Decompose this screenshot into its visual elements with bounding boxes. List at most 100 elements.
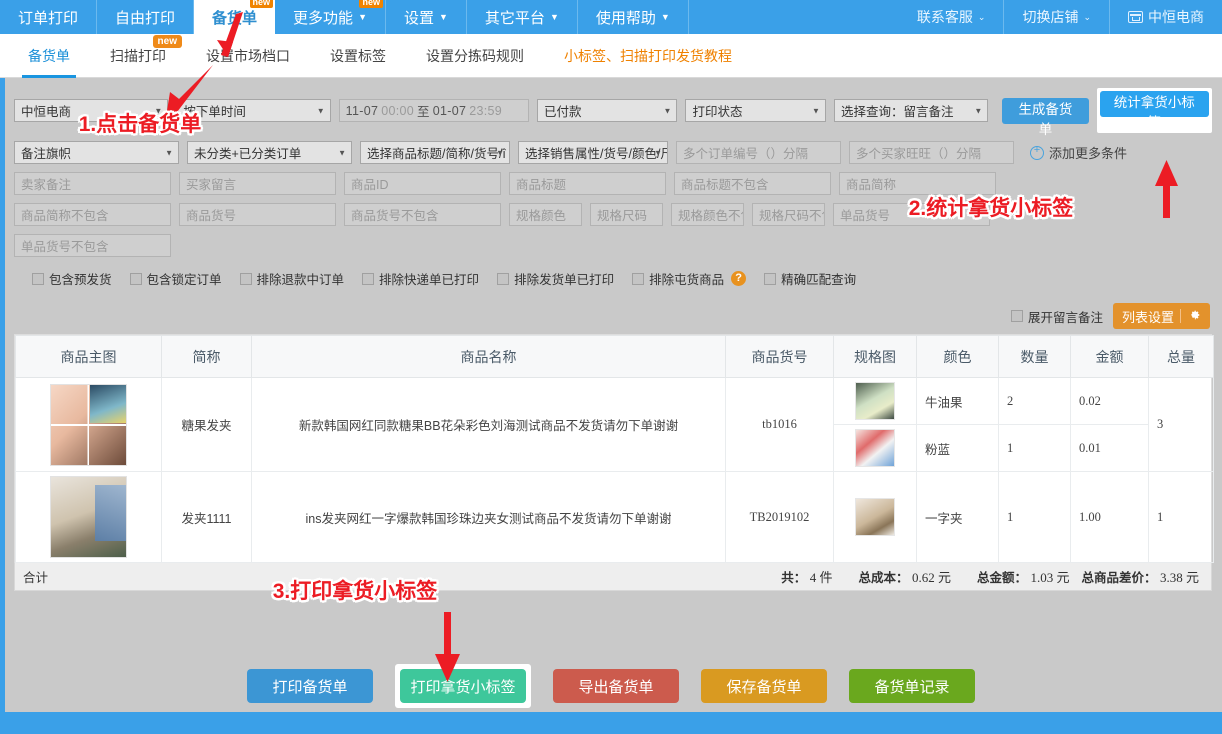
stock-list-table-container: 商品主图简称商品名称商品货号规格图颜色数量金额总量 糖果发夹新款韩国网红同款糖果…	[14, 334, 1212, 563]
query-type-select[interactable]: 选择查询：留言备注	[834, 99, 988, 122]
filter-checkbox-5[interactable]: 排除屯货商品?	[632, 269, 746, 288]
table-row[interactable]: 发夹1111ins发夹网红一字爆款韩国珍珠边夹女测试商品不发货请勿下单谢谢TB2…	[16, 472, 1214, 563]
filter-row-4: 商品简称不包含商品货号商品货号不包含规格颜色规格尺码规格颜色不包规格尺码不包单品…	[14, 203, 1212, 226]
subnav-item-4[interactable]: 设置分拣码规则	[406, 34, 544, 78]
checkbox-icon[interactable]	[497, 273, 509, 285]
spec-image-cell[interactable]	[834, 378, 917, 425]
filter-checkbox-0[interactable]: 包含预发货	[32, 269, 112, 288]
add-more-conditions-button[interactable]: 添加更多条件	[1030, 143, 1127, 162]
remark-flag-select[interactable]: 备注旗帜	[14, 141, 179, 164]
generate-stock-list-button[interactable]: 生成备货单	[1002, 98, 1088, 124]
checkbox-icon[interactable]	[764, 273, 776, 285]
sale-attr-select[interactable]: 选择销售属性/货号/颜色/尺	[518, 141, 668, 164]
filter-checkbox-6[interactable]: 精确匹配查询	[764, 269, 856, 288]
totals-label: 合计	[15, 567, 48, 586]
bottom-button-0[interactable]: 打印备货单	[247, 669, 373, 703]
order-numbers-input[interactable]: 多个订单编号（）分隔	[676, 141, 841, 164]
product-name-cell[interactable]: ins发夹网红一字爆款韩国珍珠边夹女测试商品不发货请勿下单谢谢	[252, 472, 726, 563]
filter-input-row3-0[interactable]: 卖家备注	[14, 172, 171, 195]
print-status-select[interactable]: 打印状态	[685, 99, 825, 122]
filter-checkbox-4[interactable]: 排除发货单已打印	[497, 269, 614, 288]
stock-list-table: 商品主图简称商品名称商品货号规格图颜色数量金额总量 糖果发夹新款韩国网红同款糖果…	[15, 335, 1214, 563]
checkbox-icon[interactable]	[240, 273, 252, 285]
subnav-item-1[interactable]: new扫描打印	[90, 34, 186, 78]
product-main-image-cell[interactable]	[16, 472, 162, 563]
filter-input-row3-3[interactable]: 商品标题	[509, 172, 666, 195]
nav-item-3[interactable]: new更多功能▼	[275, 0, 386, 34]
product-name-cell[interactable]: 新款韩国网红同款糖果BB花朵彩色刘海测试商品不发货请勿下单谢谢	[252, 378, 726, 472]
spec-thumbnail[interactable]	[855, 429, 895, 467]
pay-status-select[interactable]: 已付款	[537, 99, 677, 122]
table-body: 糖果发夹新款韩国网红同款糖果BB花朵彩色刘海测试商品不发货请勿下单谢谢tb101…	[16, 378, 1214, 563]
subnav-item-3[interactable]: 设置标签	[310, 34, 406, 78]
filter-input-row4-5[interactable]: 规格颜色不包	[671, 203, 744, 226]
nav-item-label: 备货单	[212, 7, 257, 28]
goods-field-select[interactable]: 选择商品标题/简称/货号/î	[360, 141, 510, 164]
date-range-input[interactable]: 11-07 00:00 至 01-07 23:59	[339, 99, 529, 122]
shop-select[interactable]: 中恒电商	[14, 99, 168, 122]
filter-input-row3-5[interactable]: 商品简称	[839, 172, 996, 195]
subnav-item-5[interactable]: 小标签、扫描打印发货教程	[544, 34, 752, 78]
filter-checkbox-2[interactable]: 排除退款中订单	[240, 269, 345, 288]
chevron-down-icon: ⌄	[1083, 12, 1091, 23]
expand-remark-checkbox[interactable]: 展开留言备注	[1011, 307, 1103, 326]
checkbox-icon[interactable]	[632, 273, 644, 285]
bottom-button-3[interactable]: 保存备货单	[701, 669, 827, 703]
product-item-code-cell: TB2019102	[726, 472, 834, 563]
chevron-down-icon: ▼	[661, 12, 670, 22]
spec-thumbnail[interactable]	[855, 382, 895, 420]
filter-input-row4-3[interactable]: 规格颜色	[509, 203, 582, 226]
table-row[interactable]: 糖果发夹新款韩国网红同款糖果BB花朵彩色刘海测试商品不发货请勿下单谢谢tb101…	[16, 378, 1214, 425]
bottom-button-4[interactable]: 备货单记录	[849, 669, 975, 703]
nav-item-2[interactable]: new备货单	[194, 0, 275, 34]
product-short-name-cell: 糖果发夹	[162, 378, 252, 472]
checkbox-icon[interactable]	[362, 273, 374, 285]
time-type-select[interactable]: 按下单时间	[176, 99, 330, 122]
product-thumbnail[interactable]	[50, 476, 127, 558]
help-icon[interactable]: ?	[731, 271, 746, 286]
subnav-item-label: 设置标签	[330, 48, 386, 64]
filter-input-row3-1[interactable]: 买家留言	[179, 172, 336, 195]
filter-input-row3-4[interactable]: 商品标题不包含	[674, 172, 831, 195]
filter-input-row4-7[interactable]: 单品货号	[833, 203, 990, 226]
nav-right-item-1[interactable]: 切换店铺⌄	[1004, 0, 1110, 34]
stat-pick-label-button[interactable]: 统计拿货小标签	[1100, 91, 1209, 117]
product-main-image-cell[interactable]	[16, 378, 162, 472]
filter-input-row3-2[interactable]: 商品ID	[344, 172, 501, 195]
total-amount: 总金额： 1.03 元	[977, 567, 1070, 586]
checkbox-icon[interactable]	[1011, 310, 1023, 322]
spec-image-cell[interactable]	[834, 472, 917, 563]
filter-input-placeholder: 单品货号不包含	[21, 236, 109, 255]
spec-image-cell[interactable]	[834, 425, 917, 472]
filter-input-row4-4[interactable]: 规格尺码	[590, 203, 663, 226]
spec-thumbnail[interactable]	[855, 498, 895, 536]
filter-input-row4-2[interactable]: 商品货号不包含	[344, 203, 501, 226]
nav-item-0[interactable]: 订单打印	[0, 0, 97, 34]
subnav-item-0[interactable]: 备货单	[8, 34, 90, 78]
list-settings-button[interactable]: 列表设置	[1113, 303, 1210, 329]
filter-checkbox-1[interactable]: 包含锁定订单	[130, 269, 222, 288]
nav-item-4[interactable]: 设置▼	[386, 0, 467, 34]
nav-right-item-0[interactable]: 联系客服⌄	[899, 0, 1005, 34]
filter-input-row4-1[interactable]: 商品货号	[179, 203, 336, 226]
top-nav-right-group: 联系客服⌄切换店铺⌄中恒电商	[899, 0, 1222, 34]
bottom-button-1[interactable]: 打印拿货小标签	[400, 669, 526, 703]
nav-item-6[interactable]: 使用帮助▼	[578, 0, 689, 34]
shop-name-display[interactable]: 中恒电商	[1110, 0, 1222, 34]
filter-checkbox-3[interactable]: 排除快递单已打印	[362, 269, 479, 288]
checkbox-icon[interactable]	[130, 273, 142, 285]
filter-input-row4-0[interactable]: 商品简称不包含	[14, 203, 171, 226]
subnav-item-2[interactable]: 设置市场档口	[186, 34, 310, 78]
buyer-ids-input[interactable]: 多个买家旺旺（）分隔	[849, 141, 1014, 164]
bottom-button-2[interactable]: 导出备货单	[553, 669, 679, 703]
filter-input-row5-0[interactable]: 单品货号不包含	[14, 234, 171, 257]
classify-select[interactable]: 未分类+已分类订单	[187, 141, 352, 164]
product-thumbnail[interactable]	[50, 384, 127, 466]
filter-input-row4-6[interactable]: 规格尺码不包	[752, 203, 825, 226]
checkbox-icon[interactable]	[32, 273, 44, 285]
filter-input-placeholder: 商品标题	[516, 174, 566, 193]
nav-item-5[interactable]: 其它平台▼	[467, 0, 578, 34]
classify-value: 未分类+已分类订单	[194, 143, 301, 162]
nav-item-1[interactable]: 自由打印	[97, 0, 194, 34]
nav-item-label: 更多功能	[293, 7, 353, 28]
